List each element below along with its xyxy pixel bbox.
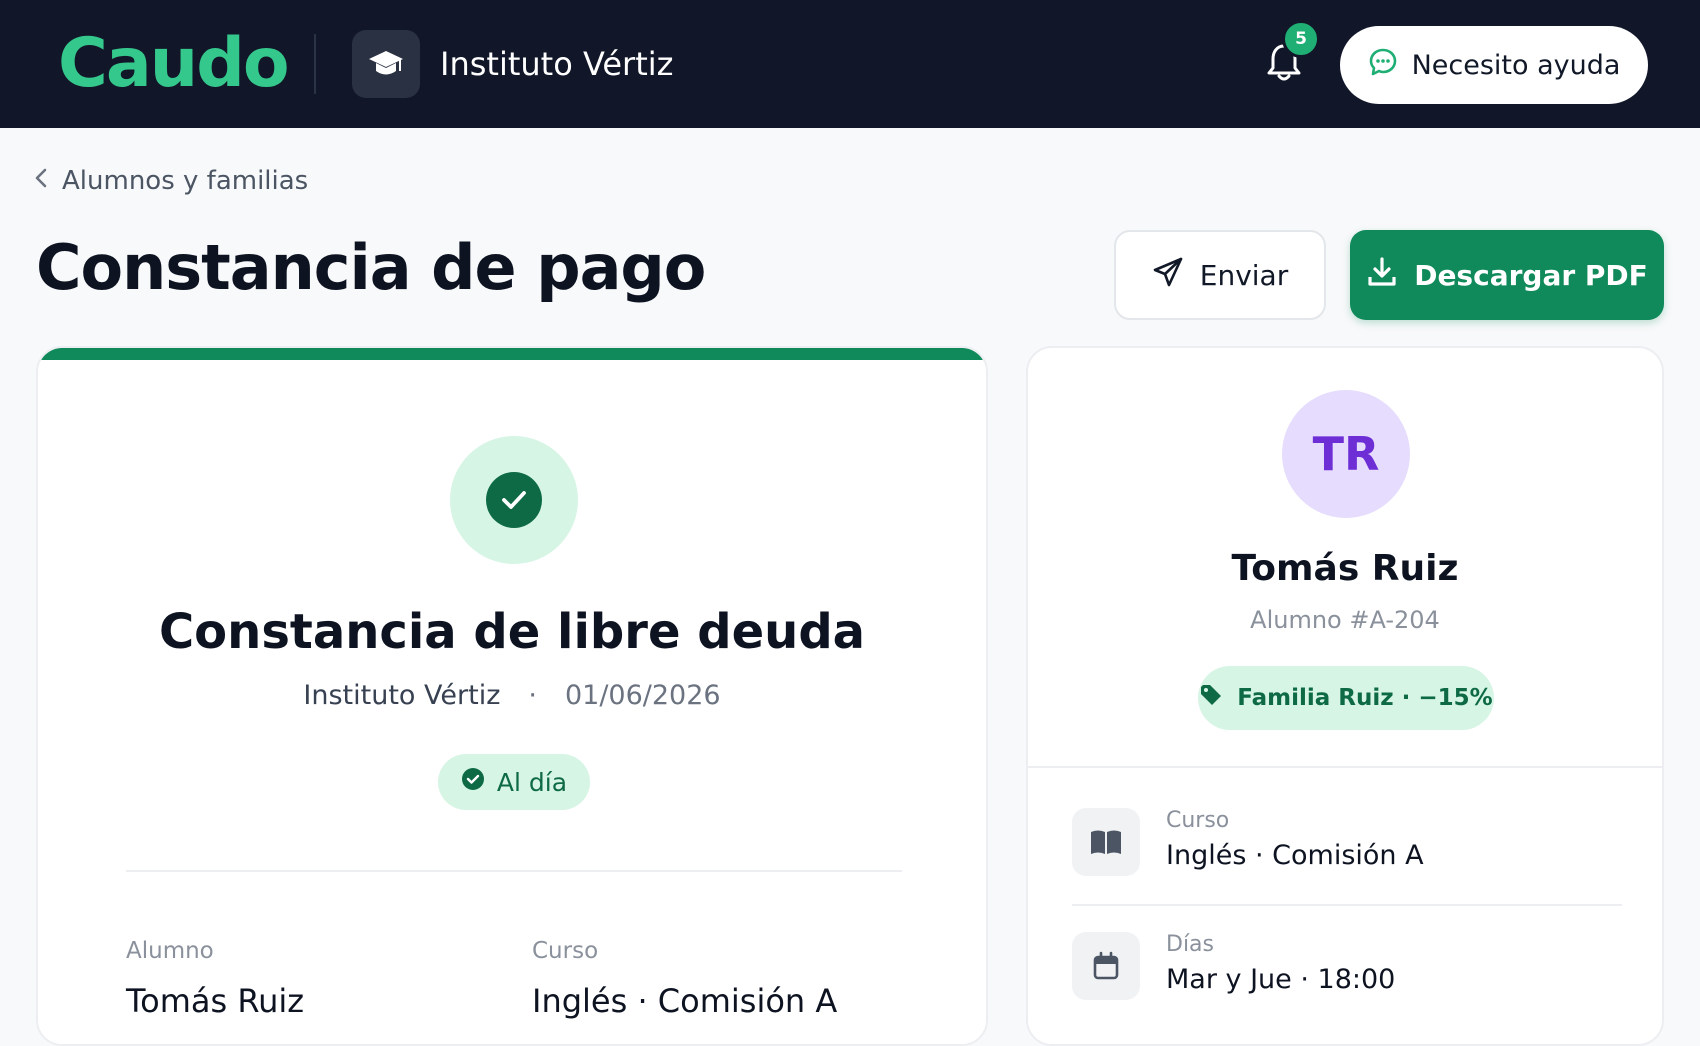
avatar: TR <box>1282 390 1410 518</box>
notification-count-badge: 5 <box>1282 20 1320 58</box>
help-button-label: Necesito ayuda <box>1411 49 1621 81</box>
field-value-student: Tomás Ruiz <box>126 982 305 1020</box>
receipt-institution: Instituto Vértiz <box>303 680 501 711</box>
field-label-course: Curso <box>532 938 599 964</box>
download-icon <box>1366 256 1398 295</box>
meta-separator: · <box>528 680 537 711</box>
success-check-icon <box>450 436 578 564</box>
help-button[interactable]: Necesito ayuda <box>1340 26 1648 104</box>
download-pdf-button[interactable]: Descargar PDF <box>1350 230 1664 320</box>
family-discount-badge: Familia Ruiz · −15% <box>1198 666 1494 730</box>
student-divider <box>1028 766 1662 768</box>
caudo-logo[interactable]: Caudo <box>58 24 290 104</box>
top-navbar: Caudo Instituto Vértiz 5 Necesito ayuda <box>0 0 1700 128</box>
info-divider <box>1072 904 1622 906</box>
calendar-icon <box>1072 932 1140 1000</box>
info-row-days: Días Mar y Jue · 18:00 <box>1072 932 1622 1022</box>
info-value-course: Inglés · Comisión A <box>1166 840 1424 871</box>
download-pdf-label: Descargar PDF <box>1414 258 1648 292</box>
info-value-days: Mar y Jue · 18:00 <box>1166 964 1396 995</box>
book-icon <box>1072 808 1140 876</box>
chevron-left-icon <box>34 166 48 196</box>
chat-bubble-icon <box>1368 47 1398 84</box>
student-card: TR Tomás Ruiz Alumno #A-204 Familia Ruiz… <box>1026 346 1664 1046</box>
receipt-divider <box>126 870 902 872</box>
breadcrumb-back-link[interactable]: Alumnos y familias <box>62 166 308 196</box>
tag-icon <box>1199 683 1223 713</box>
field-value-course: Inglés · Comisión A <box>532 982 838 1020</box>
header-divider <box>314 34 316 94</box>
info-label-course: Curso <box>1166 808 1230 833</box>
receipt-title: Constancia de libre deuda <box>158 604 866 660</box>
student-id: Alumno #A-204 <box>1250 606 1440 634</box>
family-discount-label: Familia Ruiz · −15% <box>1237 685 1493 711</box>
status-badge: Al día <box>438 754 590 810</box>
info-label-days: Días <box>1166 932 1214 957</box>
breadcrumb[interactable]: Alumnos y familias <box>34 166 308 196</box>
receipt-card: Constancia de libre deuda Instituto Vért… <box>36 346 988 1046</box>
check-circle-icon <box>461 767 485 797</box>
send-button-label: Enviar <box>1199 258 1289 292</box>
receipt-date: 01/06/2026 <box>564 680 721 711</box>
paper-plane-icon <box>1152 256 1184 295</box>
receipt-meta: Instituto Vértiz · 01/06/2026 <box>38 680 986 711</box>
page-title: Constancia de pago <box>36 231 706 304</box>
graduation-cap-icon <box>352 30 420 98</box>
receipt-accent-bar <box>38 348 986 360</box>
send-button[interactable]: Enviar <box>1114 230 1326 320</box>
info-row-course: Curso Inglés · Comisión A <box>1072 808 1622 898</box>
school-name[interactable]: Instituto Vértiz <box>440 44 673 84</box>
field-label-student: Alumno <box>126 938 214 964</box>
status-label: Al día <box>496 767 568 797</box>
student-name: Tomás Ruiz <box>1231 548 1459 589</box>
